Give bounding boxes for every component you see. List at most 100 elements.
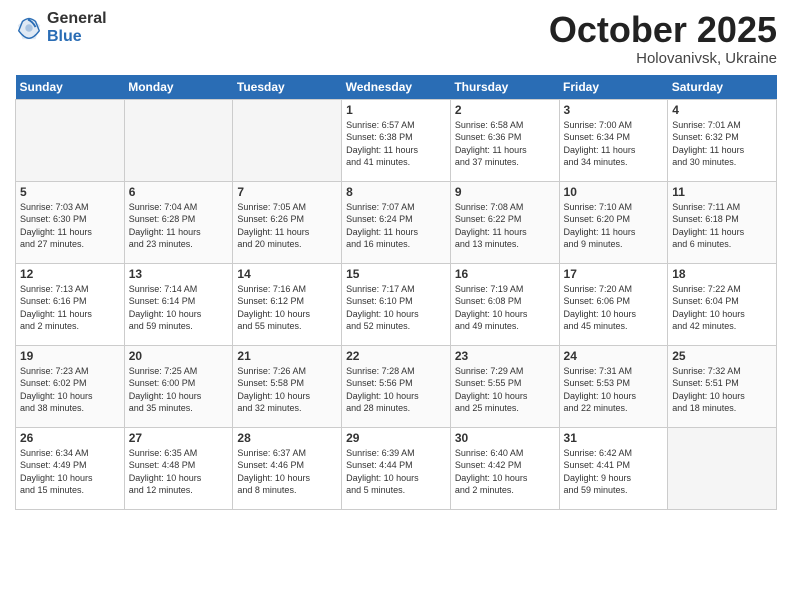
day-number: 9 [455,185,555,199]
day-info: Sunrise: 7:14 AM Sunset: 6:14 PM Dayligh… [129,283,229,333]
day-info: Sunrise: 6:37 AM Sunset: 4:46 PM Dayligh… [237,447,337,497]
weekday-header-monday: Monday [124,75,233,100]
week-row-5: 26 Sunrise: 6:34 AM Sunset: 4:49 PM Dayli… [16,427,777,509]
day-number: 27 [129,431,229,445]
calendar-cell: 1 Sunrise: 6:57 AM Sunset: 6:38 PM Daylig… [342,99,451,181]
logo-text: General Blue [47,10,107,45]
title-block: October 2025 Holovanivsk, Ukraine [549,10,777,67]
day-number: 31 [564,431,664,445]
day-info: Sunrise: 7:00 AM Sunset: 6:34 PM Dayligh… [564,119,664,169]
calendar-cell: 27 Sunrise: 6:35 AM Sunset: 4:48 PM Dayli… [124,427,233,509]
day-number: 13 [129,267,229,281]
day-info: Sunrise: 6:40 AM Sunset: 4:42 PM Dayligh… [455,447,555,497]
calendar-cell: 5Sunrise: 7:03 AM Sunset: 6:30 PM Daylig… [16,181,125,263]
day-number: 2 [455,103,555,117]
calendar-cell [233,99,342,181]
day-info: Sunrise: 7:17 AM Sunset: 6:10 PM Dayligh… [346,283,446,333]
day-info: Sunrise: 7:07 AM Sunset: 6:24 PM Dayligh… [346,201,446,251]
day-info: Sunrise: 7:03 AM Sunset: 6:30 PM Dayligh… [20,201,120,251]
calendar-cell: 29 Sunrise: 6:39 AM Sunset: 4:44 PM Dayli… [342,427,451,509]
calendar-cell [668,427,777,509]
day-number: 26 [20,431,120,445]
calendar-cell: 17 Sunrise: 7:20 AM Sunset: 6:06 PM Dayli… [559,263,668,345]
day-info: Sunrise: 6:35 AM Sunset: 4:48 PM Dayligh… [129,447,229,497]
day-number: 1 [346,103,446,117]
weekday-header-sunday: Sunday [16,75,125,100]
day-info: Sunrise: 6:34 AM Sunset: 4:49 PM Dayligh… [20,447,120,497]
logo-general: General [47,10,107,27]
calendar-container: General Blue October 2025 Holovanivsk, U… [0,0,792,520]
calendar-cell: 30Sunrise: 6:40 AM Sunset: 4:42 PM Dayli… [450,427,559,509]
day-number: 18 [672,267,772,281]
week-row-2: 5Sunrise: 7:03 AM Sunset: 6:30 PM Daylig… [16,181,777,263]
calendar-cell: 22Sunrise: 7:28 AM Sunset: 5:56 PM Dayli… [342,345,451,427]
calendar-cell: 8 Sunrise: 7:07 AM Sunset: 6:24 PM Daylig… [342,181,451,263]
calendar-cell: 15Sunrise: 7:17 AM Sunset: 6:10 PM Dayli… [342,263,451,345]
day-number: 19 [20,349,120,363]
week-row-1: 1 Sunrise: 6:57 AM Sunset: 6:38 PM Daylig… [16,99,777,181]
day-number: 29 [346,431,446,445]
day-number: 25 [672,349,772,363]
calendar-cell: 24 Sunrise: 7:31 AM Sunset: 5:53 PM Dayli… [559,345,668,427]
calendar-cell: 25 Sunrise: 7:32 AM Sunset: 5:51 PM Dayli… [668,345,777,427]
day-info: Sunrise: 7:10 AM Sunset: 6:20 PM Dayligh… [564,201,664,251]
day-info: Sunrise: 7:01 AM Sunset: 6:32 PM Dayligh… [672,119,772,169]
calendar-cell: 7Sunrise: 7:05 AM Sunset: 6:26 PM Daylig… [233,181,342,263]
calendar-cell: 2 Sunrise: 6:58 AM Sunset: 6:36 PM Daylig… [450,99,559,181]
calendar-cell: 4 Sunrise: 7:01 AM Sunset: 6:32 PM Daylig… [668,99,777,181]
day-number: 16 [455,267,555,281]
calendar-cell: 16 Sunrise: 7:19 AM Sunset: 6:08 PM Dayli… [450,263,559,345]
day-number: 22 [346,349,446,363]
calendar-cell: 3Sunrise: 7:00 AM Sunset: 6:34 PM Daylig… [559,99,668,181]
day-number: 20 [129,349,229,363]
calendar-cell: 9 Sunrise: 7:08 AM Sunset: 6:22 PM Daylig… [450,181,559,263]
calendar-cell: 6 Sunrise: 7:04 AM Sunset: 6:28 PM Daylig… [124,181,233,263]
day-info: Sunrise: 6:39 AM Sunset: 4:44 PM Dayligh… [346,447,446,497]
day-number: 23 [455,349,555,363]
weekday-header-tuesday: Tuesday [233,75,342,100]
calendar-cell: 11 Sunrise: 7:11 AM Sunset: 6:18 PM Dayli… [668,181,777,263]
day-info: Sunrise: 7:19 AM Sunset: 6:08 PM Dayligh… [455,283,555,333]
calendar-cell: 26 Sunrise: 6:34 AM Sunset: 4:49 PM Dayli… [16,427,125,509]
day-number: 6 [129,185,229,199]
calendar-cell: 13 Sunrise: 7:14 AM Sunset: 6:14 PM Dayli… [124,263,233,345]
calendar-cell: 23Sunrise: 7:29 AM Sunset: 5:55 PM Dayli… [450,345,559,427]
calendar-cell: 20 Sunrise: 7:25 AM Sunset: 6:00 PM Dayli… [124,345,233,427]
day-info: Sunrise: 7:20 AM Sunset: 6:06 PM Dayligh… [564,283,664,333]
day-info: Sunrise: 6:57 AM Sunset: 6:38 PM Dayligh… [346,119,446,169]
logo: General Blue [15,10,107,45]
day-info: Sunrise: 7:13 AM Sunset: 6:16 PM Dayligh… [20,283,120,333]
weekday-header-saturday: Saturday [668,75,777,100]
day-info: Sunrise: 7:25 AM Sunset: 6:00 PM Dayligh… [129,365,229,415]
day-info: Sunrise: 7:32 AM Sunset: 5:51 PM Dayligh… [672,365,772,415]
day-number: 14 [237,267,337,281]
calendar-cell: 31Sunrise: 6:42 AM Sunset: 4:41 PM Dayli… [559,427,668,509]
day-number: 8 [346,185,446,199]
location: Holovanivsk, Ukraine [549,50,777,67]
day-number: 28 [237,431,337,445]
day-number: 11 [672,185,772,199]
logo-blue: Blue [47,28,82,45]
day-number: 4 [672,103,772,117]
day-info: Sunrise: 7:23 AM Sunset: 6:02 PM Dayligh… [20,365,120,415]
calendar-cell: 12 Sunrise: 7:13 AM Sunset: 6:16 PM Dayli… [16,263,125,345]
weekday-header-thursday: Thursday [450,75,559,100]
week-row-3: 12 Sunrise: 7:13 AM Sunset: 6:16 PM Dayli… [16,263,777,345]
day-number: 17 [564,267,664,281]
day-info: Sunrise: 7:26 AM Sunset: 5:58 PM Dayligh… [237,365,337,415]
calendar-cell: 19 Sunrise: 7:23 AM Sunset: 6:02 PM Dayli… [16,345,125,427]
day-info: Sunrise: 7:08 AM Sunset: 6:22 PM Dayligh… [455,201,555,251]
day-number: 24 [564,349,664,363]
calendar-table: SundayMondayTuesdayWednesdayThursdayFrid… [15,75,777,510]
day-number: 21 [237,349,337,363]
day-info: Sunrise: 7:11 AM Sunset: 6:18 PM Dayligh… [672,201,772,251]
day-number: 12 [20,267,120,281]
day-info: Sunrise: 6:58 AM Sunset: 6:36 PM Dayligh… [455,119,555,169]
calendar-cell: 10Sunrise: 7:10 AM Sunset: 6:20 PM Dayli… [559,181,668,263]
calendar-cell: 21 Sunrise: 7:26 AM Sunset: 5:58 PM Dayli… [233,345,342,427]
day-info: Sunrise: 7:04 AM Sunset: 6:28 PM Dayligh… [129,201,229,251]
day-info: Sunrise: 7:31 AM Sunset: 5:53 PM Dayligh… [564,365,664,415]
day-number: 7 [237,185,337,199]
day-info: Sunrise: 7:16 AM Sunset: 6:12 PM Dayligh… [237,283,337,333]
weekday-header-row: SundayMondayTuesdayWednesdayThursdayFrid… [16,75,777,100]
